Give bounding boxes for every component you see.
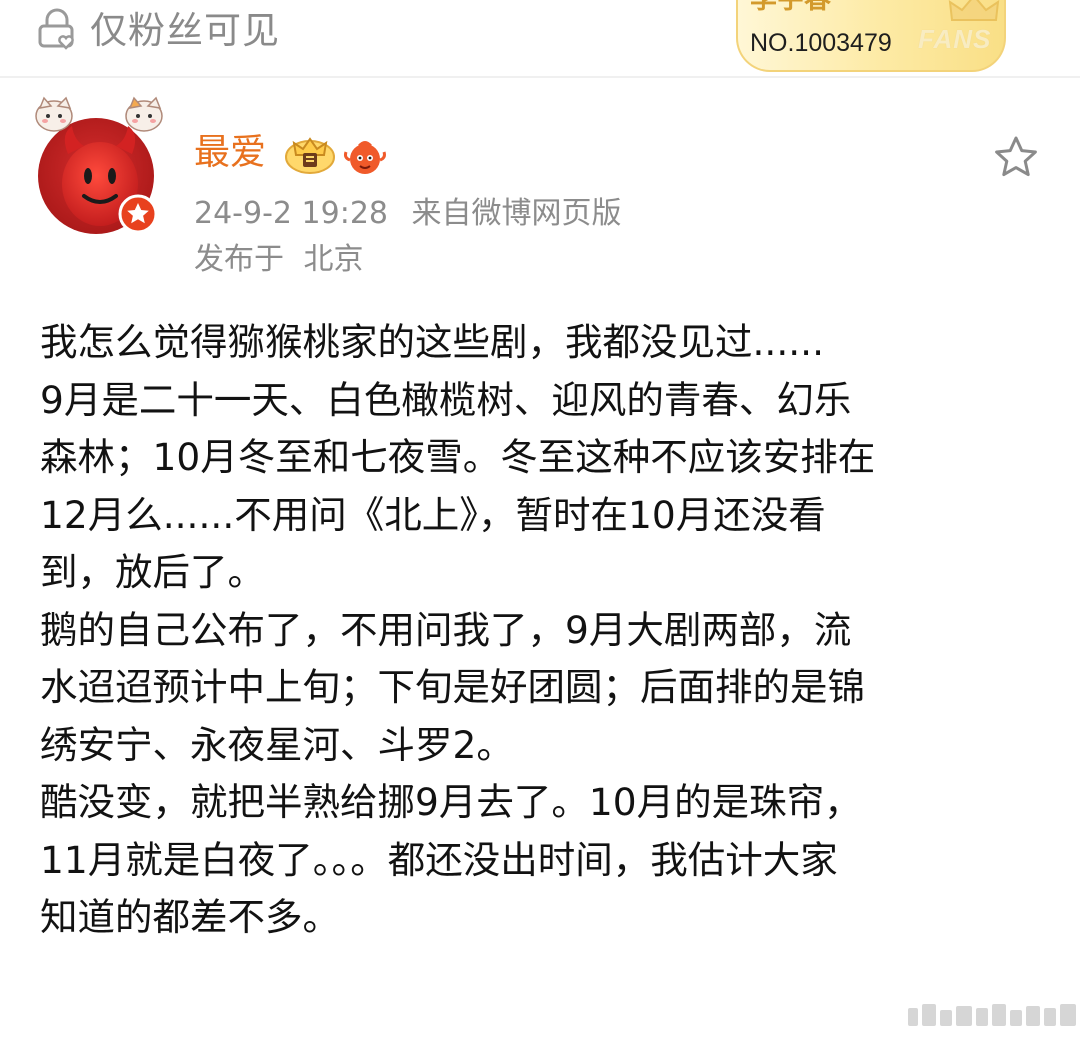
fans-badge-number: NO.1003479 <box>750 29 892 57</box>
watermark <box>908 1004 1076 1026</box>
post-body-line: 9月是二十一天、白色橄榄树、迎风的青春、幻乐 <box>40 377 852 422</box>
star-outline-icon[interactable] <box>992 134 1040 180</box>
post-body-line: 酷没变，就把半熟给挪9月去了。10月的是珠帘， <box>40 780 862 824</box>
gold-crown-membership-badge[interactable] <box>284 133 336 175</box>
crown-icon <box>948 0 1000 21</box>
post-body-line: 到，放后了。 <box>40 550 265 594</box>
post-timestamp[interactable]: 24-9-2 19:28 <box>194 196 388 231</box>
lock-with-heart-icon <box>38 8 74 50</box>
visibility-bar: 仅粉丝可见 李宇春 NO.1003479 FANS <box>0 0 1080 76</box>
post-body-line: 绣安宁、永夜星河、斗罗2。 <box>40 722 514 767</box>
post-body: 我怎么觉得猕猴桃家的这些剧，我都没见过...... 9月是二十一天、白色橄榄树、… <box>40 314 1050 947</box>
header-divider <box>0 76 1080 78</box>
location-prefix: 发布于 <box>194 242 284 277</box>
fans-badge-name: 李宇春 <box>750 0 831 16</box>
post-source: 来自微博网页版 <box>411 196 622 231</box>
author-name[interactable]: 最爱 <box>194 128 266 178</box>
post-body-line: 鹅的自己公布了，不用问我了，9月大剧两部，流 <box>40 607 852 652</box>
avatar[interactable] <box>34 96 170 246</box>
post-body-line: 知道的都差不多。 <box>40 895 340 939</box>
red-star-verified-badge <box>118 194 158 234</box>
visibility-label: 仅粉丝可见 <box>90 9 280 52</box>
post-body-line: 水迢迢预计中上旬；下旬是好团圆；后面排的是锦 <box>40 665 865 709</box>
post-meta: 24-9-2 19:28 来自微博网页版 <box>194 192 622 236</box>
post-location: 发布于 北京 <box>194 238 364 282</box>
post-body-line: 森林；10月冬至和七夜雪。冬至这种不应该安排在 <box>40 435 876 479</box>
post-body-line: 12月么......不用问《北上》，暂时在10月还没看 <box>40 492 826 537</box>
post-body-line: 11月就是白夜了。。。都还没出时间，我估计大家 <box>40 837 838 882</box>
post-body-line: 我怎么觉得猕猴桃家的这些剧，我都没见过...... <box>40 320 825 364</box>
fans-badge-word: FANS <box>918 24 992 54</box>
red-mascot-badge[interactable] <box>342 136 388 176</box>
location-city: 北京 <box>303 242 364 277</box>
fans-badge[interactable]: 李宇春 NO.1003479 FANS <box>736 0 1006 72</box>
